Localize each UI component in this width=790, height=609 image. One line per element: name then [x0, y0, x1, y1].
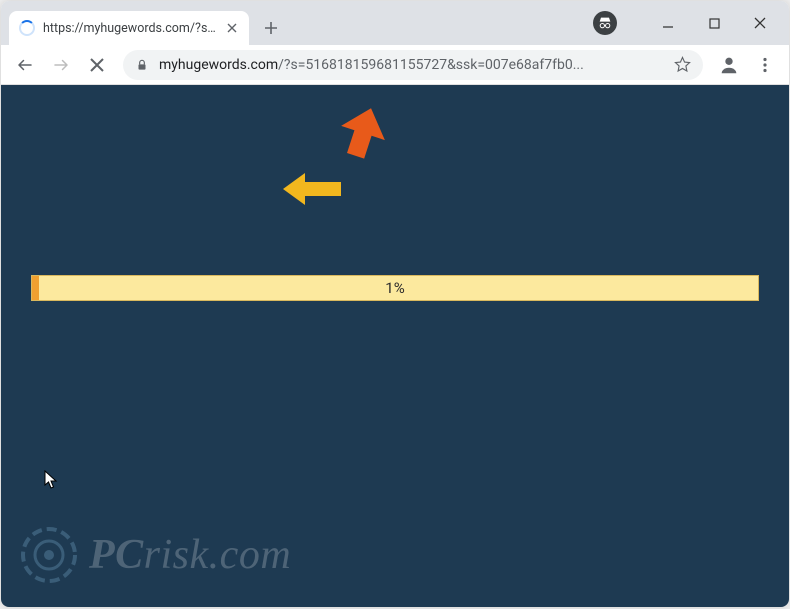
browser-window: https://myhugewords.com/?s=51	[1, 1, 789, 607]
lock-icon	[135, 58, 149, 72]
loading-spinner-icon	[19, 20, 35, 36]
watermark: PCrisk.com	[19, 525, 291, 585]
forward-arrow-icon	[52, 56, 70, 74]
stop-reload-button[interactable]	[81, 49, 113, 81]
mouse-cursor-icon	[44, 470, 58, 490]
profile-button[interactable]	[713, 49, 745, 81]
back-arrow-icon	[16, 56, 34, 74]
minimize-button[interactable]	[645, 7, 691, 39]
menu-button[interactable]	[749, 49, 781, 81]
watermark-text: PCrisk.com	[89, 531, 291, 579]
progress-bar: 1%	[31, 275, 759, 301]
url-domain: myhugewords.com	[159, 57, 278, 73]
url-text: myhugewords.com/?s=516818159681155727&ss…	[159, 57, 664, 73]
window-close-button[interactable]	[737, 7, 783, 39]
profile-icon	[718, 54, 740, 76]
maximize-icon	[709, 18, 720, 29]
forward-button[interactable]	[45, 49, 77, 81]
address-bar[interactable]: myhugewords.com/?s=516818159681155727&ss…	[123, 50, 703, 80]
url-path: /?s=516818159681155727&ssk=007e68af7fb0.…	[278, 57, 584, 73]
maximize-button[interactable]	[691, 7, 737, 39]
back-button[interactable]	[9, 49, 41, 81]
kebab-menu-icon	[757, 57, 773, 73]
browser-tab[interactable]: https://myhugewords.com/?s=51	[9, 11, 249, 45]
annotation-arrow-up	[338, 107, 388, 159]
watermark-logo-icon	[19, 525, 79, 585]
incognito-badge	[593, 11, 617, 35]
page-content: 1% PCrisk.com	[1, 85, 789, 607]
progress-label: 1%	[385, 279, 404, 297]
plus-icon	[264, 21, 278, 35]
annotation-arrow-left	[283, 173, 341, 205]
minimize-icon	[662, 17, 674, 29]
toolbar: myhugewords.com/?s=516818159681155727&ss…	[1, 45, 789, 85]
watermark-prefix: PC	[89, 532, 144, 578]
tab-title: https://myhugewords.com/?s=51	[43, 21, 219, 36]
watermark-suffix: risk.com	[144, 532, 291, 578]
window-controls	[645, 1, 783, 45]
new-tab-button[interactable]	[257, 14, 285, 42]
tab-close-button[interactable]	[225, 21, 239, 35]
close-icon	[227, 23, 237, 33]
incognito-icon	[597, 15, 613, 31]
progress-fill	[32, 276, 39, 300]
close-icon	[754, 17, 766, 29]
tab-strip: https://myhugewords.com/?s=51	[1, 1, 789, 45]
bookmark-star-icon[interactable]	[674, 56, 691, 73]
stop-icon	[89, 57, 105, 73]
